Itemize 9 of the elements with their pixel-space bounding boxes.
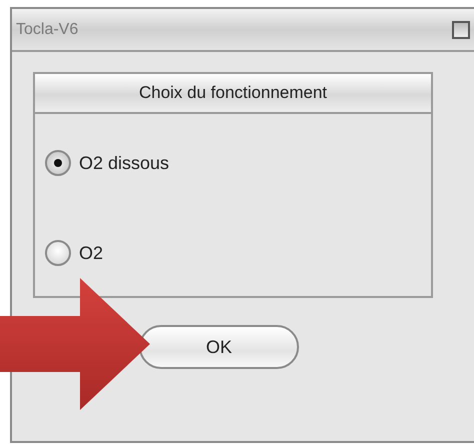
- radio-button[interactable]: [45, 240, 71, 266]
- arrow-icon: [0, 278, 152, 410]
- group-title: Choix du fonctionnement: [35, 74, 431, 114]
- radio-option[interactable]: O2: [45, 240, 104, 266]
- ok-button[interactable]: OK: [139, 325, 299, 369]
- radio-option[interactable]: O2 dissous: [45, 150, 170, 176]
- window-title: Tocla-V6: [16, 20, 78, 38]
- radio-button[interactable]: [45, 150, 71, 176]
- maximize-button[interactable]: [452, 20, 470, 38]
